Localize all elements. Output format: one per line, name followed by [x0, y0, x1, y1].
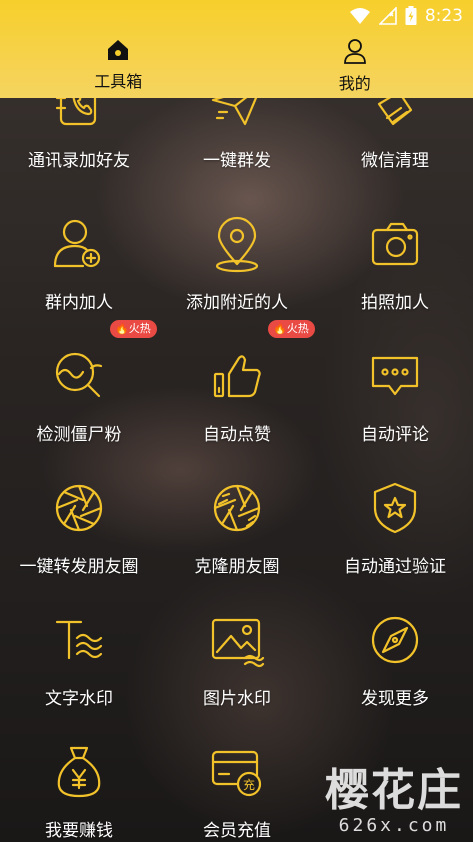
chat-bubble-icon [371, 356, 419, 396]
tool-discover-more[interactable]: 发现更多 [316, 602, 473, 734]
watermark-title: 樱花庄 [325, 765, 463, 816]
tool-contacts-add-friend[interactable]: 通讯录加好友 [0, 98, 158, 196]
camera-icon [371, 222, 419, 266]
compass-icon [371, 616, 419, 664]
contacts-book-icon [55, 98, 97, 126]
tool-label: 会员充值 [203, 821, 271, 841]
tool-label: 通讯录加好友 [28, 151, 130, 171]
text-wave-icon [55, 620, 103, 660]
svg-text:充: 充 [243, 777, 255, 792]
tool-label: 一键转发朋友圈 [19, 557, 139, 577]
tool-label: 检测僵尸粉 [36, 425, 122, 445]
money-bag-icon [57, 746, 101, 798]
magnifier-wave-icon [55, 352, 103, 398]
tool-earn-money[interactable]: 我要赚钱 [0, 734, 158, 842]
tool-label: 自动通过验证 [344, 557, 446, 577]
tool-group-add[interactable]: 群内加人 [0, 206, 158, 338]
tool-text-watermark[interactable]: 文字水印 [0, 602, 158, 734]
wifi-icon [349, 8, 370, 24]
tab-mine-label: 我的 [338, 74, 371, 93]
tools-grid: 通讯录加好友 一键群发 微信清理 群内加人 添加附近的人 拍照加人 🔥火热 检测… [0, 98, 473, 842]
thumbs-up-icon [213, 355, 261, 398]
tool-clone-moments[interactable]: 克隆朋友圈 [158, 470, 316, 602]
status-time: 8:23 [424, 6, 463, 26]
location-pin-icon [215, 216, 259, 273]
status-bar: 8:23 [0, 0, 473, 32]
tool-label: 发现更多 [361, 689, 429, 709]
tool-label: 群内加人 [45, 293, 113, 313]
tool-label: 自动评论 [361, 425, 429, 445]
tool-vip-recharge[interactable]: 充 会员充值 [158, 734, 316, 842]
battery-charging-icon [405, 6, 417, 25]
tool-auto-verify[interactable]: 自动通过验证 [316, 470, 473, 602]
tool-label: 微信清理 [361, 151, 429, 171]
tool-nearby-people[interactable]: 添加附近的人 [158, 206, 316, 338]
aperture-icon [55, 484, 103, 532]
tool-label: 图片水印 [203, 689, 271, 709]
hot-badge: 🔥火热 [110, 320, 157, 338]
tool-photo-add[interactable]: 拍照加人 [316, 206, 473, 338]
image-wave-icon [211, 618, 265, 668]
flame-icon: 🔥 [273, 322, 287, 335]
tool-label: 文字水印 [45, 689, 113, 709]
card-recharge-icon: 充 [211, 750, 262, 797]
tool-auto-comment[interactable]: 自动评论 [316, 338, 473, 470]
tool-wechat-clean[interactable]: 微信清理 [316, 98, 473, 196]
aperture-stripes-icon [213, 484, 261, 532]
tab-toolbox[interactable]: 工具箱 [0, 34, 237, 94]
user-icon [343, 39, 366, 64]
watermark-subtitle: 626x.com [338, 815, 450, 836]
tab-toolbox-label: 工具箱 [94, 72, 143, 91]
tool-auto-like[interactable]: 🔥火热 自动点赞 [158, 320, 316, 470]
tool-detect-zombie-fans[interactable]: 🔥火热 检测僵尸粉 [0, 320, 158, 470]
tool-label: 拍照加人 [361, 293, 429, 313]
site-watermark: 樱花庄 626x.com [325, 765, 463, 836]
app-header: 8:23 工具箱 我的 [0, 0, 473, 98]
home-icon [108, 40, 129, 60]
tab-bar: 工具箱 我的 [0, 34, 473, 94]
shield-star-icon [373, 482, 417, 534]
tab-mine[interactable]: 我的 [237, 34, 473, 94]
add-person-icon [53, 219, 101, 268]
cellular-signal-icon [378, 7, 397, 25]
tool-label: 自动点赞 [203, 425, 271, 445]
tool-label: 我要赚钱 [45, 821, 113, 841]
tool-label: 一键群发 [203, 151, 271, 171]
broom-icon [377, 98, 413, 126]
tool-image-watermark[interactable]: 图片水印 [158, 602, 316, 734]
hot-badge: 🔥火热 [268, 320, 315, 338]
send-plane-icon [211, 98, 258, 126]
tool-label: 克隆朋友圈 [194, 557, 280, 577]
tool-forward-moments[interactable]: 一键转发朋友圈 [0, 470, 158, 602]
tool-label: 添加附近的人 [186, 293, 288, 313]
tool-mass-send[interactable]: 一键群发 [158, 98, 316, 196]
flame-icon: 🔥 [115, 322, 129, 335]
